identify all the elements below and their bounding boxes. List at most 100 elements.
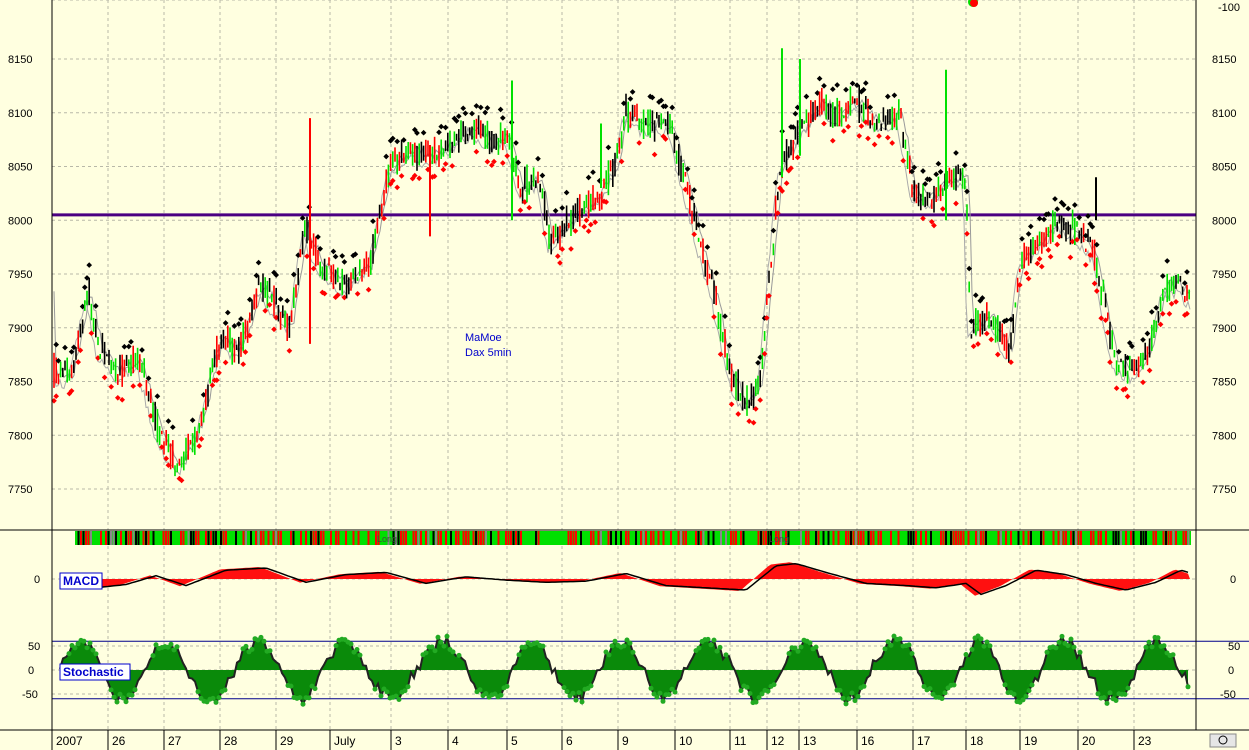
stochastic-marker (852, 698, 858, 704)
signal-band-segment (1075, 531, 1077, 545)
signal-band-segment (112, 531, 115, 545)
x-tick-label: 18 (970, 734, 984, 748)
stochastic-tick-right: 0 (1228, 665, 1234, 677)
signal-band-segment (497, 531, 500, 545)
stochastic-marker (843, 701, 849, 707)
signal-band-segment (475, 531, 477, 545)
stochastic-marker (111, 694, 117, 700)
signal-band-segment (962, 531, 965, 545)
signal-band-segment (1017, 531, 1020, 545)
stochastic-marker (771, 682, 777, 688)
signal-band-segment (1052, 531, 1055, 545)
signal-band-segment (440, 531, 442, 545)
x-tick-label: 16 (861, 734, 875, 748)
x-tick-label: 13 (803, 734, 817, 748)
signal-band-segment (1062, 531, 1065, 545)
signal-band-segment (597, 531, 600, 545)
stochastic-marker (1095, 691, 1101, 697)
signal-band-segment (592, 531, 595, 545)
stochastic-marker (84, 645, 90, 651)
signal-band-segment (245, 531, 247, 545)
signal-band-segment (620, 531, 622, 545)
stochastic-marker (1077, 649, 1083, 655)
signal-band-segment (832, 531, 835, 545)
signal-band-segment (465, 531, 467, 545)
stochastic-marker (855, 694, 861, 699)
signal-band-segment (537, 531, 540, 545)
signal-band-segment (357, 531, 360, 545)
stochastic-marker (1149, 644, 1155, 650)
signal-band-segment (1115, 531, 1117, 545)
stochastic-marker (1101, 695, 1107, 701)
stochastic-marker (1125, 685, 1131, 691)
signal-band-segment (260, 531, 262, 545)
stochastic-marker (909, 651, 915, 656)
signal-band-segment (257, 531, 260, 545)
stochastic-marker (588, 683, 594, 689)
x-tick-label: 3 (395, 734, 402, 748)
macd-tick-right: 0 (1230, 574, 1236, 586)
stochastic-marker (711, 637, 717, 643)
scroll-button[interactable] (1209, 733, 1237, 748)
signal-band-segment (212, 531, 215, 545)
signal-band-segment (977, 531, 980, 545)
signal-band-segment (920, 531, 922, 545)
signal-band-segment (162, 531, 165, 545)
price-tick-label-left: 8050 (8, 162, 32, 174)
signal-band-segment (1092, 531, 1095, 545)
signal-band-segment (1000, 531, 1002, 545)
signal-band-segment (225, 531, 227, 545)
stochastic-marker (786, 651, 792, 656)
price-tick-label-left: 8000 (8, 215, 32, 227)
signal-band-segment (330, 531, 332, 545)
signal-band-segment (762, 531, 765, 545)
stochastic-marker (573, 697, 579, 703)
stochastic-marker (210, 695, 216, 701)
x-tick-label: 10 (679, 734, 693, 748)
stochastic-marker (405, 684, 411, 690)
signal-band-segment (90, 531, 92, 545)
signal-band-segment (425, 531, 427, 545)
stochastic-tick-left: 0 (28, 665, 34, 677)
signal-band-segment (600, 531, 602, 545)
stochastic-marker (312, 686, 318, 692)
signal-band-segment (980, 531, 982, 545)
stochastic-marker (174, 644, 180, 650)
stochastic-marker (660, 698, 666, 704)
stochastic-marker (540, 643, 546, 649)
signal-band-segment (87, 531, 90, 545)
stochastic-marker (942, 690, 948, 696)
signal-band-segment (567, 531, 570, 545)
price-tick-label-left: 7800 (8, 430, 32, 442)
stochastic-marker (504, 683, 510, 689)
signal-band-segment (1132, 531, 1135, 545)
signal-band-segment (912, 531, 915, 545)
signal-band-segment (85, 531, 87, 545)
stochastic-marker (840, 695, 846, 701)
signal-band-segment (305, 531, 307, 545)
stochastic-marker (108, 687, 114, 693)
signal-band-segment (255, 531, 257, 545)
stochastic-marker (378, 693, 384, 699)
signal-band-segment (870, 531, 872, 545)
signal-band-segment (942, 531, 945, 545)
stochastic-marker (963, 652, 969, 657)
signal-band-segment (197, 531, 200, 545)
stochastic-marker (927, 686, 933, 692)
signal-band-segment (997, 531, 1000, 545)
signal-band-segment (130, 531, 132, 545)
stochastic-marker (432, 648, 438, 654)
signal-band-segment (505, 531, 507, 545)
signal-band-segment (867, 531, 870, 545)
stochastic-marker (987, 643, 993, 649)
signal-band-segment (1070, 531, 1072, 545)
stochastic-marker (621, 643, 627, 649)
stochastic-marker (1185, 684, 1191, 690)
x-tick-label: 5 (511, 734, 518, 748)
signal-band-segment (277, 531, 280, 545)
signal-band-segment (735, 531, 737, 545)
signal-band-segment (535, 531, 537, 545)
signal-band-segment (1042, 531, 1045, 545)
signal-band-segment (262, 531, 265, 545)
stochastic-marker (846, 696, 852, 702)
